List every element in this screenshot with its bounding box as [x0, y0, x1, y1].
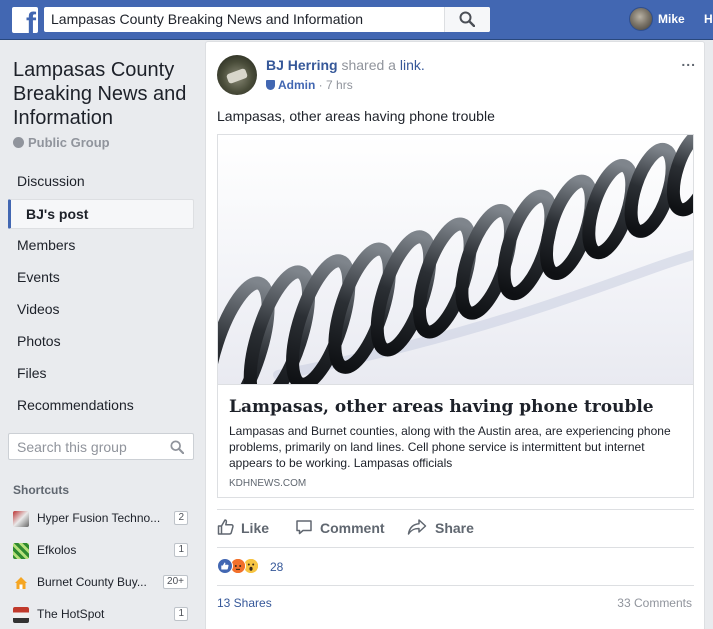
group-thumbnail-icon — [13, 607, 29, 623]
shortcut-item[interactable]: Efkolos 1 — [13, 540, 191, 562]
post-header: BJ Herring shared a link. — [266, 57, 425, 73]
comment-button[interactable]: Comment — [295, 517, 395, 539]
search-icon — [459, 11, 475, 27]
sidebar-item-recommendations[interactable]: Recommendations — [8, 390, 194, 420]
like-button[interactable]: Like — [217, 517, 277, 539]
group-title[interactable]: Lampasas County Breaking News and Inform… — [13, 58, 198, 130]
search-icon[interactable] — [170, 440, 184, 454]
author-avatar[interactable] — [217, 55, 257, 95]
shortcut-count-badge: 1 — [174, 543, 188, 557]
link-description: Lampasas and Burnet counties, along with… — [229, 424, 671, 470]
shortcut-item[interactable]: Hyper Fusion Techno... 2 — [13, 508, 191, 530]
link-preview-info[interactable]: Lampasas, other areas having phone troub… — [218, 384, 693, 497]
group-search-input[interactable] — [9, 434, 159, 459]
like-reaction-icon[interactable] — [217, 558, 233, 574]
divider — [217, 547, 694, 548]
home-link[interactable]: H — [704, 12, 713, 26]
user-profile-link[interactable]: Mike — [658, 12, 685, 26]
shortcut-label: The HotSpot — [37, 607, 105, 621]
shared-link-word[interactable]: link. — [400, 57, 425, 73]
sidebar-item-discussion[interactable]: Discussion — [8, 166, 194, 196]
sidebar-item-files[interactable]: Files — [8, 358, 194, 388]
group-thumbnail-icon — [13, 511, 29, 527]
thumbs-up-icon — [217, 519, 234, 535]
sidebar-item-bjs-post[interactable]: BJ's post — [8, 199, 194, 229]
divider — [217, 509, 694, 510]
divider — [217, 585, 694, 586]
link-preview-image[interactable] — [218, 135, 693, 384]
shortcut-item[interactable]: Burnet County Buy... 20+ — [13, 572, 191, 594]
shortcut-item[interactable]: The HotSpot 1 — [13, 604, 191, 626]
post-message: Lampasas, other areas having phone troub… — [217, 108, 495, 124]
admin-shield-icon — [266, 80, 275, 90]
user-avatar[interactable] — [629, 7, 653, 31]
share-button[interactable]: Share — [407, 517, 487, 539]
comment-icon — [296, 520, 312, 535]
shortcut-label: Hyper Fusion Techno... — [37, 511, 161, 525]
globe-icon — [13, 137, 24, 148]
shortcut-count-badge: 2 — [174, 511, 188, 525]
link-title[interactable]: Lampasas, other areas having phone troub… — [229, 397, 654, 417]
shortcut-count-badge: 20+ — [163, 575, 188, 589]
more-options-button[interactable]: ... — [681, 53, 696, 69]
comments-link[interactable]: 33 Comments — [617, 596, 692, 610]
group-privacy-label: Public Group — [13, 135, 110, 150]
top-navigation-bar: f Lampasas County Breaking News and Info… — [0, 0, 713, 40]
share-icon — [407, 519, 427, 535]
admin-badge: Admin — [278, 78, 316, 92]
shares-link[interactable]: 13 Shares — [217, 596, 272, 610]
share-label: Share — [435, 520, 474, 536]
shortcut-label: Efkolos — [37, 543, 77, 557]
like-label: Like — [241, 520, 270, 536]
shortcut-count-badge: 1 — [174, 607, 188, 621]
sidebar-item-photos[interactable]: Photos — [8, 326, 194, 356]
shortcuts-header: Shortcuts — [13, 483, 70, 497]
house-icon — [13, 575, 29, 591]
link-preview-card[interactable]: Lampasas, other areas having phone troub… — [217, 134, 694, 498]
post-meta: Admin · 7 hrs — [266, 78, 353, 92]
sidebar-item-videos[interactable]: Videos — [8, 294, 194, 324]
link-domain: KDHNEWS.COM — [229, 478, 307, 489]
group-search-box[interactable] — [8, 433, 194, 460]
reactions-count[interactable]: 28 — [270, 560, 283, 574]
comment-label: Comment — [320, 520, 385, 536]
sidebar-item-events[interactable]: Events — [8, 262, 194, 292]
post-timestamp[interactable]: 7 hrs — [326, 78, 353, 92]
shortcut-label: Burnet County Buy... — [37, 575, 147, 589]
phone-cord-image — [218, 135, 693, 384]
facebook-logo-icon[interactable]: f — [12, 7, 38, 33]
post-verb: shared a — [341, 57, 396, 73]
post-card: BJ Herring shared a link. Admin · 7 hrs … — [205, 41, 705, 629]
group-thumbnail-icon — [13, 543, 29, 559]
search-button[interactable] — [444, 7, 490, 32]
sidebar-item-members[interactable]: Members — [8, 230, 194, 260]
global-search-input[interactable]: Lampasas County Breaking News and Inform… — [51, 11, 363, 27]
author-name-link[interactable]: BJ Herring — [266, 57, 338, 73]
global-search-box[interactable]: Lampasas County Breaking News and Inform… — [44, 7, 490, 32]
